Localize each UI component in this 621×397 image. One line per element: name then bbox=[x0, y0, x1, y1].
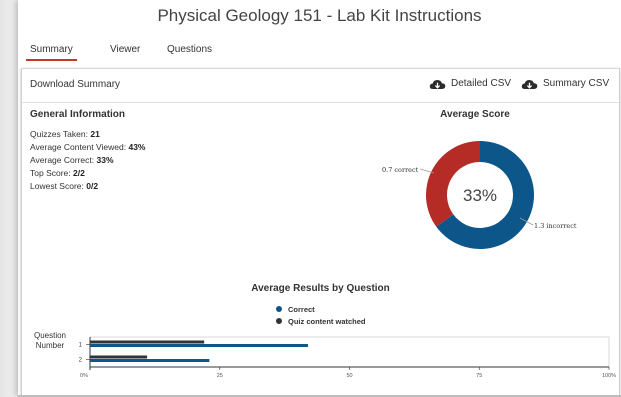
stat-label: Quizzes Taken: bbox=[30, 129, 88, 139]
average-score-donut: 33% bbox=[426, 141, 534, 249]
stat-value: 21 bbox=[90, 129, 100, 139]
stat-value: 43% bbox=[128, 142, 146, 152]
bar-watched-q2 bbox=[90, 355, 148, 359]
x-tick-label: 25 bbox=[217, 373, 223, 379]
quiz-summary-panel: Physical Geology 151 - Lab Kit Instructi… bbox=[18, 0, 621, 397]
legend-item-watched: Quiz content watched bbox=[276, 317, 366, 326]
top-score-row: Top Score: 2/2 bbox=[30, 168, 85, 178]
page-title: Physical Geology 151 - Lab Kit Instructi… bbox=[157, 6, 482, 25]
stat-value: 2/2 bbox=[73, 168, 85, 178]
stat-label: Average Content Viewed: bbox=[30, 142, 127, 152]
summary-content: Download Summary Detailed CSV Summary CS… bbox=[21, 68, 620, 396]
category-label: 1 bbox=[79, 343, 83, 349]
legend-label: Correct bbox=[288, 305, 315, 314]
x-tick-label: 50 bbox=[346, 373, 352, 379]
tab-viewer[interactable]: Viewer bbox=[110, 44, 140, 55]
content-viewed-row: Average Content Viewed: 43% bbox=[30, 142, 145, 152]
incorrect-slice-label: 1.3 incorrect bbox=[534, 222, 577, 230]
detailed-csv-label: Detailed CSV bbox=[451, 78, 512, 89]
average-correct-row: Average Correct: 33% bbox=[30, 155, 114, 165]
bar-watched-q1 bbox=[90, 340, 205, 344]
tab-summary[interactable]: Summary bbox=[26, 44, 77, 61]
category-label: 2 bbox=[79, 358, 83, 364]
chart-title: Average Results by Question bbox=[251, 283, 390, 294]
incorrect-leader-line bbox=[520, 217, 534, 226]
donut-slice-correct bbox=[426, 141, 480, 227]
x-tick-label: 100% bbox=[602, 373, 616, 379]
legend-item-correct: Correct bbox=[276, 305, 315, 314]
results-bar-chart: 1 2 0% 25 50 75 100% bbox=[79, 336, 616, 379]
download-summary-label: Download Summary bbox=[30, 79, 121, 90]
correct-slice-label: 0.7 correct bbox=[382, 166, 419, 174]
average-score-heading: Average Score bbox=[440, 109, 510, 120]
cloud-download-icon bbox=[429, 80, 446, 89]
bar-correct-q2 bbox=[90, 359, 210, 362]
x-tick-label: 0% bbox=[80, 373, 88, 379]
legend-label: Quiz content watched bbox=[288, 317, 366, 326]
legend-swatch-correct bbox=[276, 306, 282, 312]
stat-value: 33% bbox=[96, 155, 114, 165]
lowest-score-row: Lowest Score: 0/2 bbox=[30, 181, 98, 191]
summary-csv-label: Summary CSV bbox=[543, 78, 610, 89]
quizzes-taken-row: Quizzes Taken: 21 bbox=[30, 129, 100, 139]
stat-label: Top Score: bbox=[30, 168, 71, 178]
general-info-heading: General Information bbox=[30, 109, 126, 120]
stat-value: 0/2 bbox=[86, 181, 99, 191]
stat-label: Average Correct: bbox=[30, 155, 95, 165]
x-tick-label: 75 bbox=[476, 373, 482, 379]
legend-swatch-watched bbox=[276, 318, 282, 324]
stat-label: Lowest Score: bbox=[30, 181, 84, 191]
tab-questions[interactable]: Questions bbox=[167, 44, 212, 55]
correct-leader-line bbox=[420, 168, 435, 174]
download-toolbar: Download Summary Detailed CSV Summary CS… bbox=[22, 69, 619, 103]
donut-center-label: 33% bbox=[463, 186, 497, 205]
bar-correct-q1 bbox=[90, 344, 308, 347]
cloud-download-icon bbox=[521, 80, 538, 89]
